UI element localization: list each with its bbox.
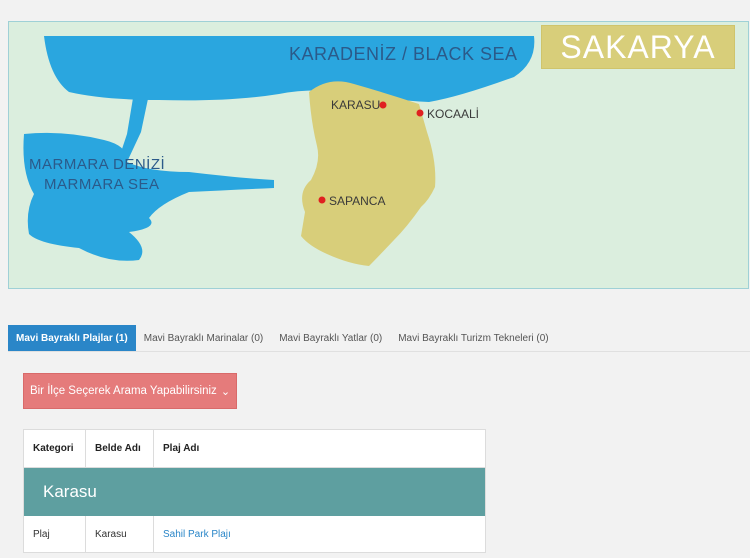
tab-blue-flag-beaches[interactable]: Mavi Bayraklı Plajlar (1) — [8, 325, 136, 351]
tab-blue-flag-tourism-boats[interactable]: Mavi Bayraklı Turizm Tekneleri (0) — [390, 325, 556, 351]
column-header-beach: Plaj Adı — [163, 443, 200, 454]
table-header: Kategori Belde Adı Plaj Adı — [24, 430, 485, 468]
city-dot-sapanca — [318, 196, 326, 204]
column-header-category: Kategori — [24, 430, 86, 467]
province-map: SAKARYA KARADENİZ / BLACK SEA MARMARA DE… — [8, 21, 749, 289]
district-select-button[interactable]: Bir İlçe Seçerek Arama Yapabilirsiniz ⌄ — [23, 373, 237, 409]
tab-blue-flag-yachts[interactable]: Mavi Bayraklı Yatlar (0) — [271, 325, 390, 351]
province-title: SAKARYA — [541, 25, 735, 69]
district-select-label: Bir İlçe Seçerek Arama Yapabilirsiniz — [29, 385, 217, 397]
category-tabs: Mavi Bayraklı Plajlar (1) Mavi Bayraklı … — [8, 325, 750, 352]
table-row: Plaj Karasu Sahil Park Plajı — [24, 516, 485, 553]
marmara-sea-label-en: MARMARA SEA — [44, 176, 160, 193]
marmara-sea-label-tr: MARMARA DENİZİ — [29, 156, 166, 173]
tab-blue-flag-marinas[interactable]: Mavi Bayraklı Marinalar (0) — [136, 325, 271, 351]
column-header-town: Belde Adı — [86, 430, 154, 467]
city-label-sapanca: SAPANCA — [329, 194, 386, 208]
beach-link[interactable]: Sahil Park Plajı — [163, 529, 231, 540]
results-table: Kategori Belde Adı Plaj Adı Karasu Plaj … — [23, 429, 486, 553]
city-label-karasu: KARASU — [331, 98, 381, 112]
cell-town: Karasu — [86, 516, 154, 553]
group-row-karasu: Karasu — [24, 468, 485, 516]
cell-category: Plaj — [24, 516, 86, 553]
marmara-sea-shape — [23, 132, 274, 261]
chevron-down-icon: ⌄ — [220, 385, 231, 398]
city-label-kocaali: KOCAALİ — [427, 107, 480, 121]
city-dot-karasu — [379, 101, 387, 109]
black-sea-label: KARADENİZ / BLACK SEA — [289, 44, 518, 64]
city-dot-kocaali — [416, 109, 424, 117]
cell-beach: Sahil Park Plajı — [154, 516, 485, 553]
page: SAKARYA KARADENİZ / BLACK SEA MARMARA DE… — [0, 0, 750, 558]
